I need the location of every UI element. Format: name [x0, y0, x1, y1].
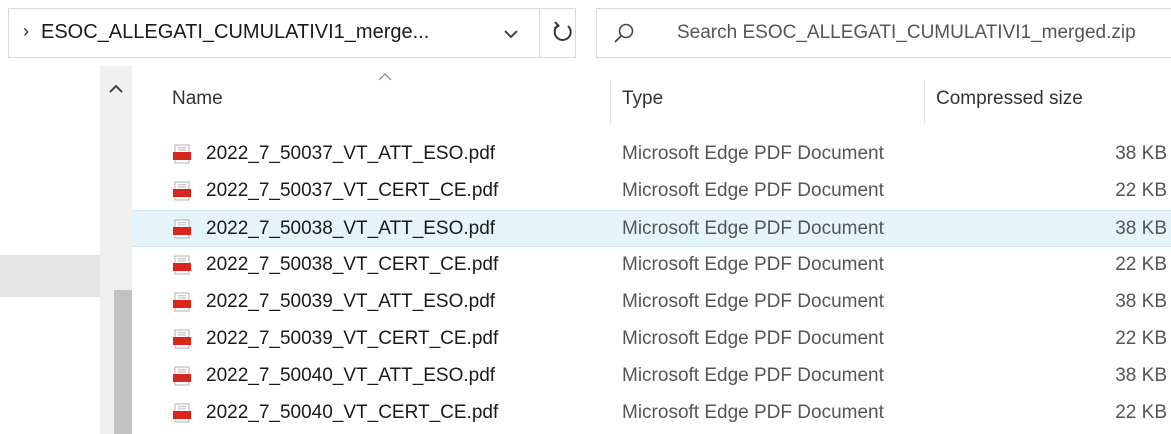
chevron-right-icon[interactable]: ›	[23, 21, 29, 42]
file-type: Microsoft Edge PDF Document	[622, 254, 884, 275]
column-divider[interactable]	[924, 80, 925, 124]
file-name[interactable]: 2022_7_50037_VT_CERT_CE.pdf	[206, 180, 498, 202]
pdf-file-icon	[173, 366, 191, 386]
pdf-file-icon	[173, 403, 191, 423]
file-name[interactable]: 2022_7_50039_VT_ATT_ESO.pdf	[206, 291, 495, 313]
file-name[interactable]: 2022_7_50040_VT_ATT_ESO.pdf	[206, 365, 495, 387]
navigation-scrollbar[interactable]	[100, 66, 132, 434]
search-icon	[614, 23, 634, 43]
file-row[interactable]: 2022_7_50038_VT_CERT_CE.pdf Microsoft Edg…	[132, 247, 1171, 284]
file-name[interactable]: 2022_7_50040_VT_CERT_CE.pdf	[206, 402, 498, 424]
file-compressed-size: 38 KB	[1115, 143, 1167, 164]
address-path[interactable]: ESOC_ALLEGATI_CUMULATIVI1_merge...	[41, 21, 429, 44]
file-compressed-size: 38 KB	[1115, 291, 1167, 312]
file-name[interactable]: 2022_7_50038_VT_ATT_ESO.pdf	[206, 218, 495, 240]
file-type: Microsoft Edge PDF Document	[622, 328, 884, 349]
file-compressed-size: 22 KB	[1115, 328, 1167, 349]
file-name[interactable]: 2022_7_50038_VT_CERT_CE.pdf	[206, 254, 498, 276]
chevron-down-icon[interactable]	[499, 19, 523, 47]
pdf-file-icon	[173, 292, 191, 312]
file-row[interactable]: 2022_7_50038_VT_ATT_ESO.pdf Microsoft Edg…	[132, 210, 1171, 247]
file-compressed-size: 22 KB	[1115, 254, 1167, 275]
file-type: Microsoft Edge PDF Document	[622, 402, 884, 423]
file-compressed-size: 38 KB	[1115, 218, 1167, 239]
pdf-file-icon	[173, 219, 191, 239]
file-list: 2022_7_50037_VT_ATT_ESO.pdf Microsoft Edg…	[132, 136, 1171, 432]
file-name[interactable]: 2022_7_50039_VT_CERT_CE.pdf	[206, 328, 498, 350]
file-type: Microsoft Edge PDF Document	[622, 180, 884, 201]
pdf-file-icon	[173, 329, 191, 349]
file-name[interactable]: 2022_7_50037_VT_ATT_ESO.pdf	[206, 143, 495, 165]
file-compressed-size: 22 KB	[1115, 402, 1167, 423]
file-row[interactable]: 2022_7_50037_VT_CERT_CE.pdf Microsoft Edg…	[132, 173, 1171, 210]
scroll-up-icon[interactable]	[106, 80, 126, 98]
search-placeholder[interactable]: Search ESOC_ALLEGATI_CUMULATIVI1_merged.…	[677, 22, 1136, 44]
file-type: Microsoft Edge PDF Document	[622, 218, 884, 239]
pdf-file-icon	[173, 255, 191, 275]
file-row[interactable]: 2022_7_50040_VT_ATT_ESO.pdf Microsoft Edg…	[132, 358, 1171, 395]
file-row[interactable]: 2022_7_50037_VT_ATT_ESO.pdf Microsoft Edg…	[132, 136, 1171, 173]
scrollbar-thumb[interactable]	[114, 290, 132, 434]
address-divider	[539, 9, 540, 57]
column-divider[interactable]	[610, 80, 611, 124]
file-row[interactable]: 2022_7_50040_VT_CERT_CE.pdf Microsoft Edg…	[132, 395, 1171, 432]
toolbar: › ESOC_ALLEGATI_CUMULATIVI1_merge... Sea…	[0, 0, 1171, 66]
sort-ascending-icon	[378, 73, 392, 81]
file-row[interactable]: 2022_7_50039_VT_ATT_ESO.pdf Microsoft Edg…	[132, 284, 1171, 321]
file-type: Microsoft Edge PDF Document	[622, 143, 884, 164]
navigation-pane-selected-item[interactable]	[0, 255, 100, 297]
file-compressed-size: 38 KB	[1115, 365, 1167, 386]
column-header-name[interactable]: Name	[172, 88, 223, 110]
search-box[interactable]: Search ESOC_ALLEGATI_CUMULATIVI1_merged.…	[596, 8, 1171, 58]
file-type: Microsoft Edge PDF Document	[622, 365, 884, 386]
column-header-compressed-size[interactable]: Compressed size	[936, 88, 1083, 110]
pdf-file-icon	[173, 144, 191, 164]
address-bar[interactable]: › ESOC_ALLEGATI_CUMULATIVI1_merge...	[8, 8, 576, 58]
pdf-file-icon	[173, 181, 191, 201]
refresh-icon[interactable]	[549, 17, 575, 47]
column-header: Name Type Compressed size	[132, 66, 1171, 132]
column-header-type[interactable]: Type	[622, 88, 663, 110]
file-type: Microsoft Edge PDF Document	[622, 291, 884, 312]
file-row[interactable]: 2022_7_50039_VT_CERT_CE.pdf Microsoft Edg…	[132, 321, 1171, 358]
navigation-pane[interactable]	[0, 66, 100, 434]
file-compressed-size: 22 KB	[1115, 180, 1167, 201]
